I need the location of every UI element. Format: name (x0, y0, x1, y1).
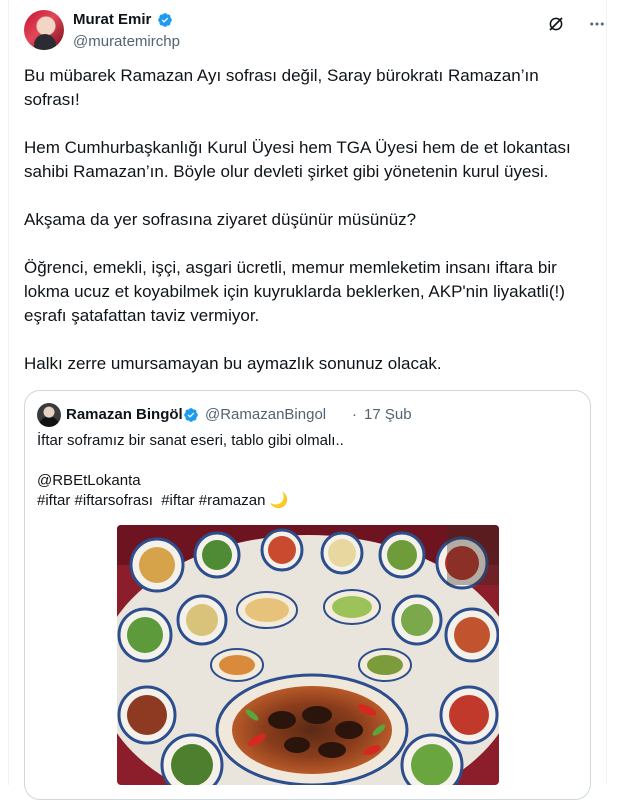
verified-badge-icon (184, 408, 198, 422)
quoted-author-handle[interactable]: @RamazanBingol (205, 405, 326, 425)
quoted-author-name[interactable]: Ramazan Bingöl (66, 405, 183, 425)
author-avatar[interactable] (24, 10, 64, 50)
quoted-tweet-text: İftar soframız bir sanat eseri, tablo gi… (37, 432, 344, 509)
author-handle[interactable]: @muratemirchp (73, 32, 180, 52)
quoted-tweet-date[interactable]: 17 Şub (364, 405, 412, 425)
quoted-tweet[interactable]: Ramazan Bingöl @RamazanBingol · 17 Şub İ… (24, 390, 591, 800)
quoted-author-avatar[interactable] (37, 403, 61, 427)
verified-badge-icon (158, 13, 172, 27)
grok-icon[interactable] (547, 15, 565, 33)
tweet-text: Bu mübarek Ramazan Ayı sofrası değil, Sa… (24, 66, 571, 373)
food-photo[interactable] (117, 525, 499, 785)
author-name[interactable]: Murat Emir (73, 10, 151, 30)
more-options-icon[interactable] (588, 15, 606, 33)
separator-dot: · (352, 406, 357, 423)
